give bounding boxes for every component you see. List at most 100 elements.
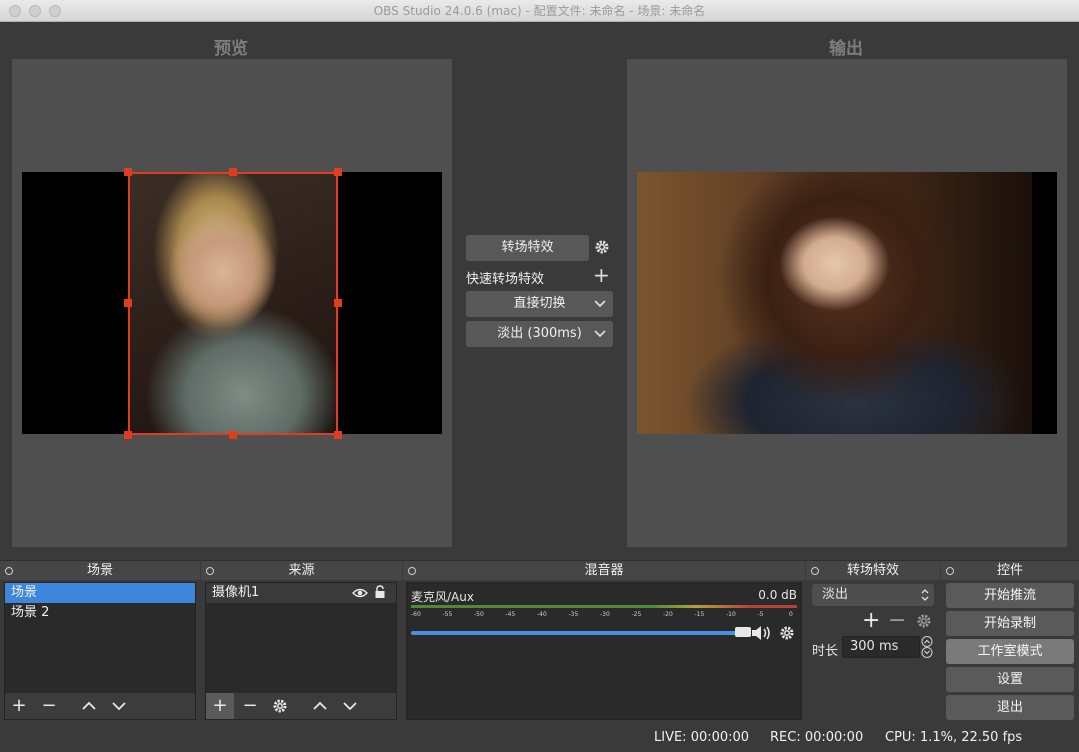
rec-status: REC: 00:00:00	[770, 730, 864, 745]
duration-label: 时长	[812, 644, 839, 659]
resize-handle[interactable]	[334, 168, 342, 176]
window-title: OBS Studio 24.0.6 (mac) - 配置文件: 未命名 - 场景…	[373, 4, 706, 18]
speaker-icon[interactable]	[751, 625, 773, 644]
volume-meter	[411, 605, 797, 608]
start-recording-button[interactable]: 开始录制	[946, 611, 1074, 636]
gear-icon[interactable]	[266, 693, 294, 719]
meter-tick-label: 0	[789, 611, 793, 618]
plus-icon[interactable]: +	[5, 693, 33, 719]
dock-float-icon[interactable]	[946, 567, 954, 575]
gear-icon[interactable]	[594, 239, 610, 258]
eye-icon[interactable]	[352, 586, 368, 607]
minus-icon[interactable]: −	[888, 608, 906, 633]
fade-transition-select[interactable]: 淡出 (300ms)	[466, 321, 613, 347]
live-status: LIVE: 00:00:00	[654, 730, 750, 745]
source-selection-frame[interactable]	[128, 172, 338, 435]
resize-handle[interactable]	[124, 168, 132, 176]
resize-handle[interactable]	[334, 431, 342, 439]
studio-mode-button[interactable]: 工作室模式	[946, 639, 1074, 664]
duration-stepper[interactable]	[920, 636, 934, 658]
cpu-status: CPU: 1.1%, 22.50 fps	[885, 730, 1023, 745]
output-image	[637, 172, 1032, 434]
dock-float-icon[interactable]	[5, 567, 13, 575]
preview-panel[interactable]	[12, 59, 452, 547]
zoom-window-button[interactable]	[49, 5, 61, 17]
transitions-dock-header: 转场特效	[806, 560, 940, 580]
transition-select[interactable]: 淡出	[812, 584, 934, 606]
scenes-toolbar: + −	[5, 693, 195, 719]
dock-float-icon[interactable]	[811, 567, 819, 575]
output-panel	[627, 59, 1067, 547]
meter-tick-label: -30	[600, 611, 610, 618]
gear-icon[interactable]	[916, 613, 932, 632]
output-canvas	[637, 172, 1057, 434]
plus-icon[interactable]: +	[593, 265, 610, 285]
sources-toolbar: + −	[206, 693, 396, 719]
sources-list[interactable]: 摄像机1 + −	[205, 582, 397, 720]
plus-icon[interactable]: +	[206, 693, 234, 719]
transitions-dock: 淡出 + − 时长 300 ms	[806, 582, 940, 720]
preview-label: 预览	[214, 39, 248, 59]
scenes-list[interactable]: 场景 场景 2 + −	[4, 582, 196, 720]
plus-icon[interactable]: +	[862, 608, 880, 633]
minus-icon[interactable]: −	[236, 693, 264, 719]
mixer-channel-name: 麦克风/Aux	[411, 590, 474, 604]
volume-slider-handle[interactable]	[735, 627, 751, 637]
volume-slider[interactable]	[411, 627, 751, 637]
dock-float-icon[interactable]	[408, 567, 416, 575]
scene-item[interactable]: 场景 2	[5, 603, 195, 623]
audio-mixer: 麦克风/Aux 0.0 dB -60 -55 -50 -45 -40 -35 -30 -25-…	[406, 582, 802, 720]
title-bar: OBS Studio 24.0.6 (mac) - 配置文件: 未命名 - 场景…	[0, 0, 1079, 22]
scene-item[interactable]: 场景	[5, 583, 195, 603]
transition-select-value: 淡出	[822, 587, 849, 602]
source-item[interactable]: 摄像机1	[206, 583, 396, 603]
settings-button[interactable]: 设置	[946, 667, 1074, 692]
chevron-down-icon[interactable]	[336, 693, 364, 719]
resize-handle[interactable]	[229, 168, 237, 176]
duration-input[interactable]: 300 ms	[842, 636, 920, 658]
output-label: 输出	[829, 39, 863, 59]
sources-dock-title: 来源	[288, 563, 315, 578]
gear-icon[interactable]	[779, 625, 795, 644]
sources-dock-header: 来源	[201, 560, 402, 580]
duration-value: 300 ms	[850, 639, 899, 654]
meter-tick-label: -40	[537, 611, 547, 618]
resize-handle[interactable]	[124, 299, 132, 307]
mixer-dock-title: 混音器	[584, 563, 624, 578]
controls-dock-header: 控件	[941, 560, 1079, 580]
minus-icon[interactable]: −	[35, 693, 63, 719]
chevron-down-icon	[594, 321, 606, 357]
fade-select-value: 淡出 (300ms)	[497, 326, 582, 341]
mixer-dock-header: 混音器	[403, 560, 805, 580]
source-item-label: 摄像机1	[212, 585, 260, 600]
scenes-dock-title: 场景	[86, 563, 113, 578]
chevron-updown-icon	[920, 584, 930, 614]
preview-canvas[interactable]	[22, 168, 442, 439]
close-window-button[interactable]	[9, 5, 21, 17]
cut-transition-select[interactable]: 直接切换	[466, 291, 613, 317]
meter-tick-label: -15	[694, 611, 705, 618]
lock-icon[interactable]	[374, 585, 386, 606]
chevron-down-icon[interactable]	[105, 693, 133, 719]
dock-float-icon[interactable]	[206, 567, 214, 575]
minimize-window-button[interactable]	[29, 5, 41, 17]
chevron-up-icon[interactable]	[306, 693, 334, 719]
meter-tick-label: -35	[568, 611, 579, 618]
meter-ticks: -60 -55 -50 -45 -40 -35 -30 -25 -20 -15 -10 -5 0	[411, 611, 797, 621]
meter-tick-label: -10	[726, 611, 736, 618]
chevron-up-icon[interactable]	[75, 693, 103, 719]
resize-handle[interactable]	[229, 431, 237, 439]
start-streaming-button[interactable]: 开始推流	[946, 583, 1074, 608]
meter-tick-label: -50	[474, 611, 484, 618]
studio-area: 预览 输出 转场特效 快速转场特效 + 直接切换 淡出 (300ms)	[0, 22, 1079, 560]
exit-button[interactable]: 退出	[946, 695, 1074, 720]
transition-button[interactable]: 转场特效	[466, 235, 589, 261]
meter-tick-label: -60	[411, 611, 421, 618]
transitions-dock-title: 转场特效	[846, 563, 899, 578]
meter-tick-label: -45	[505, 611, 516, 618]
resize-handle[interactable]	[124, 431, 132, 439]
scenes-dock-header: 场景	[0, 560, 200, 580]
resize-handle[interactable]	[334, 299, 342, 307]
meter-tick-label: -55	[442, 611, 453, 618]
mixer-channel-level: 0.0 dB	[758, 588, 797, 602]
